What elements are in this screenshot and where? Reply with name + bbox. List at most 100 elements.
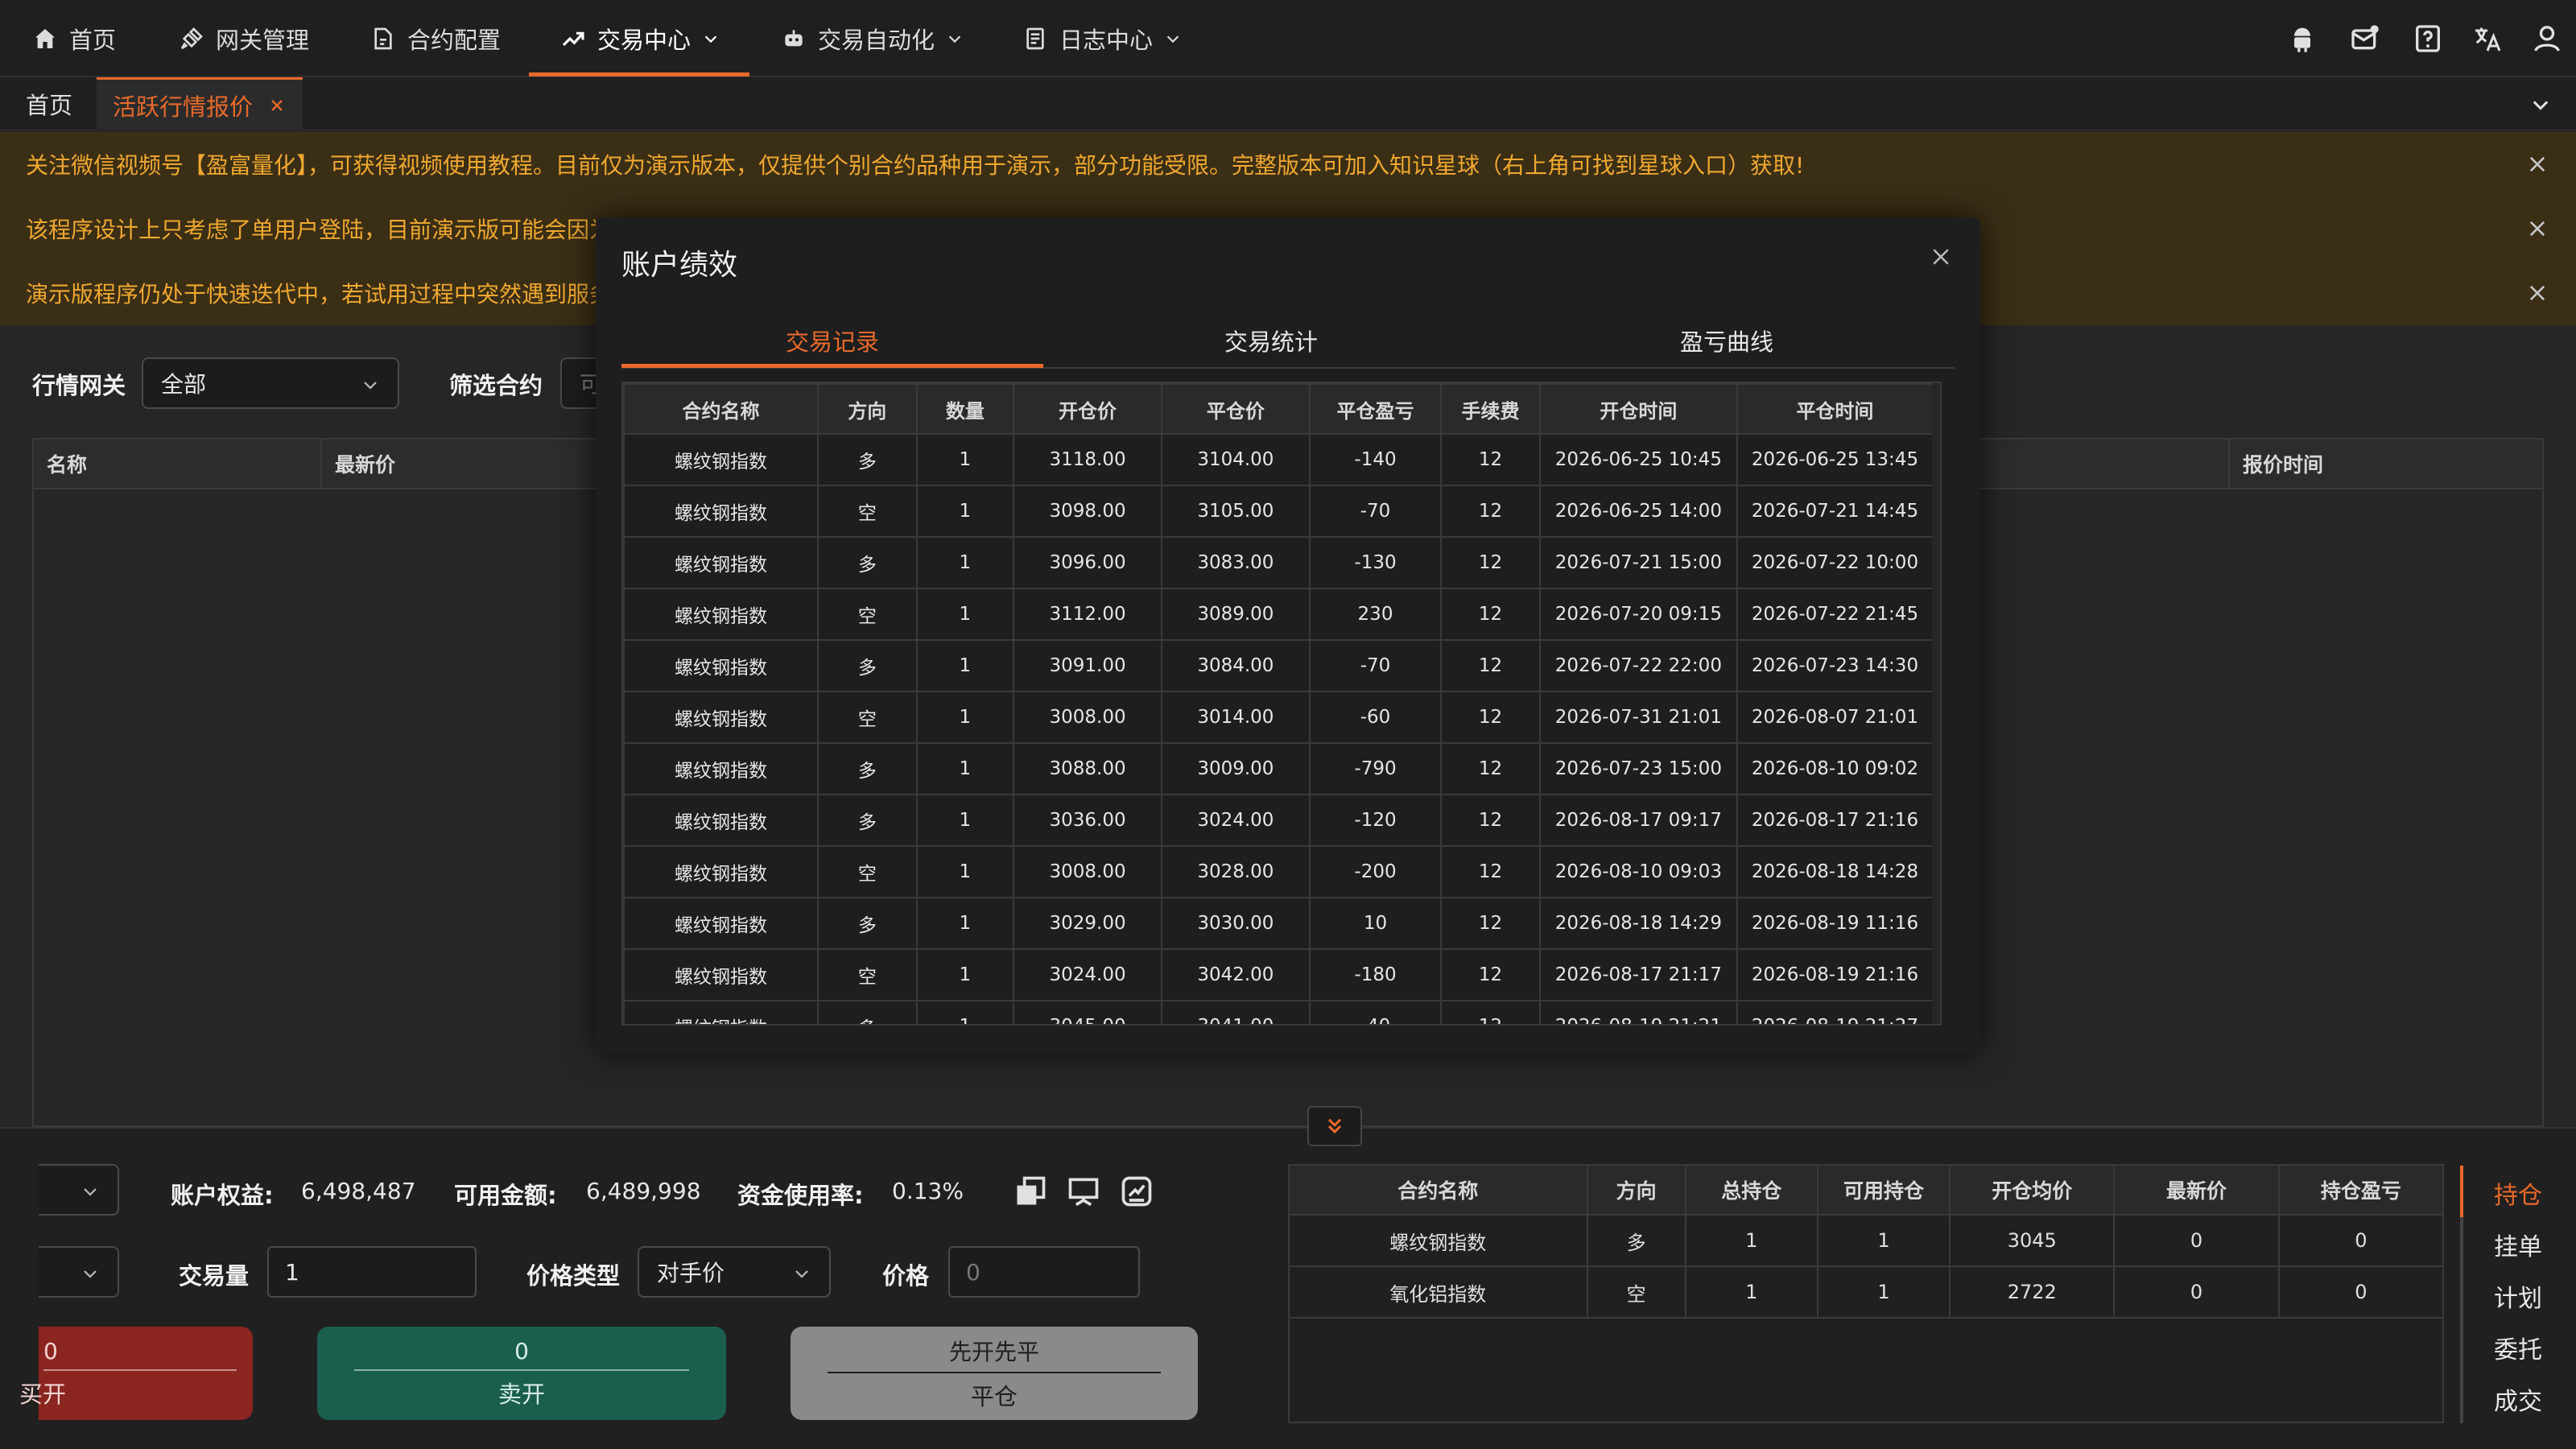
scrollbar[interactable]: [1932, 383, 1940, 1024]
tab-active-quotes[interactable]: 活跃行情报价: [97, 77, 303, 130]
side-tab-plan[interactable]: 计划: [2494, 1278, 2542, 1314]
open-price-cell: 3091.00: [1013, 639, 1162, 692]
account-select[interactable]: [39, 1164, 119, 1216]
column-header[interactable]: 名称: [34, 440, 322, 488]
close-icon[interactable]: [2526, 282, 2549, 304]
open-time-cell: 2026-06-25 10:45: [1538, 433, 1738, 486]
price-input[interactable]: 0: [948, 1246, 1140, 1298]
help-icon[interactable]: [2412, 23, 2444, 55]
direction-cell: 多: [817, 742, 918, 795]
close-time-cell: 2026-08-19 21:16: [1736, 948, 1934, 1001]
column-header[interactable]: 合约名称: [623, 383, 819, 435]
sell-open-button[interactable]: 0 卖开: [317, 1327, 726, 1420]
table-row[interactable]: 氧化铝指数 空 1 1 2722 0 0: [1288, 1265, 2445, 1319]
side-tab-trades[interactable]: 成交: [2494, 1381, 2542, 1417]
collapse-panel-button[interactable]: [1307, 1106, 1362, 1146]
open-price-cell: 3008.00: [1013, 845, 1162, 898]
performance-chart-icon[interactable]: [1119, 1174, 1154, 1209]
close-pnl-cell: -180: [1308, 948, 1443, 1001]
close-icon[interactable]: [1929, 245, 1953, 269]
side-tab-pending[interactable]: 挂单: [2494, 1227, 2542, 1262]
tab-home[interactable]: 首页: [26, 77, 72, 130]
column-header[interactable]: 方向: [1586, 1164, 1686, 1216]
chevron-down-icon[interactable]: [2529, 93, 2552, 116]
tab-pnl-curve[interactable]: 盈亏曲线: [1499, 314, 1955, 367]
tab-trade-statistics[interactable]: 交易统计: [1043, 314, 1499, 367]
table-row[interactable]: 螺纹钢指数空 1 3008.00 3028.00 -200 12 2026-08-10 09…: [623, 845, 1934, 898]
translate-icon[interactable]: [2471, 23, 2504, 55]
fee-cell: 12: [1440, 742, 1541, 795]
table-row[interactable]: 螺纹钢指数多 1 3029.00 3030.00 10 12 2026-08-18 14:2…: [623, 897, 1934, 950]
column-header[interactable]: 可用持仓: [1816, 1164, 1951, 1216]
table-row[interactable]: 螺纹钢指数多13045.003041.00-40122026-08-19 21:…: [623, 1000, 1934, 1024]
nav-contract-config-label: 合约配置: [407, 27, 502, 54]
close-pnl-cell: -140: [1308, 433, 1443, 486]
volume-input[interactable]: 1: [267, 1246, 477, 1298]
notice-banner: 关注微信视频号【盈富量化】，可获得视频使用教程。目前仅为演示版本，仅提供个别合约…: [0, 132, 2576, 196]
user-icon[interactable]: [2531, 23, 2563, 55]
nav-trade-center[interactable]: 交易中心: [560, 0, 720, 77]
trade-records-table-wrapper[interactable]: 合约名称 方向 数量 开仓价 平仓价 平仓盈亏 手续费 开仓时间 平仓时间 螺纹…: [621, 382, 1942, 1026]
direction-cell: 空: [817, 485, 918, 538]
direction-cell: 多: [817, 639, 918, 692]
table-row[interactable]: 螺纹钢指数空 1 3024.00 3042.00 -180 12 2026-08-17 21…: [623, 948, 1934, 1001]
price-type-select[interactable]: 对手价: [638, 1246, 831, 1298]
page-tab-bar: 首页 活跃行情报价: [0, 77, 2576, 130]
nav-automation[interactable]: 交易自动化: [781, 0, 964, 77]
column-header[interactable]: 最新价: [322, 440, 628, 488]
dialog-tab-indicator: [621, 364, 1043, 368]
side-tab-orders[interactable]: 委托: [2494, 1330, 2542, 1365]
close-time-cell: 2026-08-19 11:16: [1736, 897, 1934, 950]
table-row[interactable]: 螺纹钢指数多 1 3091.00 3084.00 -70 12 2026-07-22 22:…: [623, 639, 1934, 692]
column-header[interactable]: 平仓盈亏: [1308, 383, 1443, 435]
mail-icon[interactable]: [2349, 23, 2381, 55]
column-header[interactable]: 持仓盈亏: [2277, 1164, 2445, 1216]
column-header[interactable]: 开仓价: [1013, 383, 1162, 435]
price-label: 价格: [882, 1262, 930, 1290]
table-row[interactable]: 螺纹钢指数多 1 3118.00 3104.00 -140 12 2026-06-25 10…: [623, 433, 1934, 486]
close-icon[interactable]: [2526, 153, 2549, 175]
fee-cell: 12: [1440, 794, 1541, 847]
nav-log-center[interactable]: 日志中心: [1022, 0, 1182, 77]
nav-contract-config[interactable]: 合约配置: [370, 0, 501, 77]
column-header[interactable]: 开仓均价: [1949, 1164, 2116, 1216]
close-position-button[interactable]: 先开先平 平仓: [791, 1327, 1198, 1420]
gateway-select[interactable]: 全部: [142, 357, 399, 409]
column-header[interactable]: 开仓时间: [1538, 383, 1738, 435]
nav-gateway[interactable]: 网关管理: [179, 0, 309, 77]
column-header[interactable]: 平仓时间: [1736, 383, 1934, 435]
tab-trade-records[interactable]: 交易记录: [621, 314, 1043, 367]
android-icon[interactable]: [2286, 23, 2318, 55]
open-time-cell: 2026-07-23 15:00: [1538, 742, 1738, 795]
column-header[interactable]: 最新价: [2113, 1164, 2280, 1216]
close-icon[interactable]: [267, 96, 287, 115]
buy-open-button[interactable]: 0 买开: [19, 1327, 253, 1420]
column-header[interactable]: 数量: [915, 383, 1015, 435]
nav-home[interactable]: 首页: [32, 0, 116, 77]
copy-icon[interactable]: [1013, 1174, 1048, 1209]
column-header[interactable]: 报价时间: [2228, 440, 2544, 488]
table-row[interactable]: 螺纹钢指数空 1 3008.00 3014.00 -60 12 2026-07-31 21:…: [623, 691, 1934, 744]
table-row[interactable]: 螺纹钢指数空 1 3112.00 3089.00 230 12 2026-07-20 09:…: [623, 588, 1934, 641]
contract-name-cell: 螺纹钢指数: [623, 1000, 819, 1024]
column-header[interactable]: 手续费: [1440, 383, 1541, 435]
contract-select[interactable]: [39, 1246, 119, 1298]
column-header[interactable]: 总持仓: [1684, 1164, 1818, 1216]
close-position-label: 平仓: [970, 1383, 1018, 1410]
fee-cell: 12: [1440, 639, 1541, 692]
monitor-icon[interactable]: [1066, 1174, 1101, 1209]
open-price-cell: 3024.00: [1013, 948, 1162, 1001]
close-time-cell: 2026-07-22 10:00: [1736, 536, 1934, 589]
side-tab-positions[interactable]: 持仓: [2494, 1175, 2542, 1211]
column-header[interactable]: 方向: [817, 383, 918, 435]
quantity-cell: 1: [915, 794, 1015, 847]
column-header[interactable]: 平仓价: [1160, 383, 1311, 435]
table-row[interactable]: 螺纹钢指数多 1 3088.00 3009.00 -790 12 2026-07-23 15…: [623, 742, 1934, 795]
close-icon[interactable]: [2526, 217, 2549, 240]
table-row[interactable]: 螺纹钢指数空 1 3098.00 3105.00 -70 12 2026-06-25 14:…: [623, 485, 1934, 538]
table-row[interactable]: 螺纹钢指数 多 1 1 3045 0 0: [1288, 1214, 2445, 1267]
table-row[interactable]: 螺纹钢指数多 1 3096.00 3083.00 -130 12 2026-07-21 15…: [623, 536, 1934, 589]
open-price-cell: 3096.00: [1013, 536, 1162, 589]
column-header[interactable]: 合约名称: [1288, 1164, 1588, 1216]
table-row[interactable]: 螺纹钢指数多 1 3036.00 3024.00 -120 12 2026-08-17 09…: [623, 794, 1934, 847]
